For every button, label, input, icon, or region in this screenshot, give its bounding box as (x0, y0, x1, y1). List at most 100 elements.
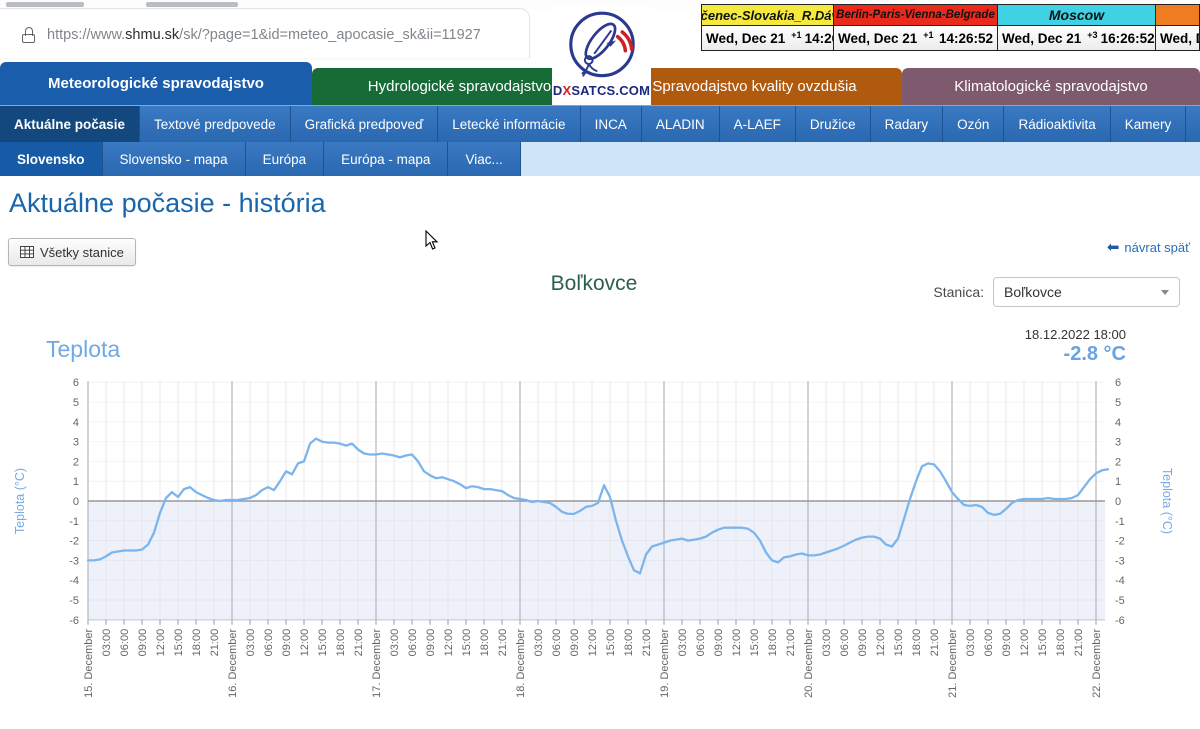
clock-time-value: 16:26:52 (1101, 31, 1155, 46)
svg-text:03:00: 03:00 (677, 629, 689, 657)
table-grid-icon (20, 246, 34, 258)
svg-text:06:00: 06:00 (839, 629, 851, 657)
reading-datetime: 18.12.2022 18:00 (1025, 327, 1126, 342)
svg-text:15:00: 15:00 (749, 629, 761, 657)
region-tab-3[interactable]: Európa (246, 142, 325, 176)
svg-text:21:00: 21:00 (929, 629, 941, 657)
x-axis-labels: 15. December03:0006:0009:0012:0015:0018:… (83, 628, 1103, 697)
sub-navigation: Aktuálne počasieTextové predpovedeGrafic… (0, 105, 1200, 142)
all-stations-button[interactable]: Všetky stanice (8, 238, 136, 266)
svg-text:18:00: 18:00 (191, 629, 203, 657)
svg-text:4: 4 (73, 417, 79, 429)
clock-city-label: Moscow (998, 5, 1155, 26)
main-tab-1[interactable]: Meteorologické spravodajstvo (0, 62, 312, 105)
page: { "browser": { "url_prefix": "https://ww… (0, 0, 1200, 724)
sub-tab-3[interactable]: Grafická predpoveď (291, 106, 439, 142)
svg-text:09:00: 09:00 (713, 629, 725, 657)
sub-tab-2[interactable]: Textové predpovede (140, 106, 291, 142)
svg-text:0: 0 (1115, 496, 1121, 508)
clock-time: Wed, Dec 21+114:26:52 (702, 26, 833, 50)
clock-city-label: Lučenec-Slovakia_R.Dávid (702, 5, 833, 26)
svg-text:-6: -6 (1115, 615, 1125, 627)
svg-text:12:00: 12:00 (731, 629, 743, 657)
svg-text:12:00: 12:00 (1019, 629, 1031, 657)
dxsatcs-logo: DXSATCS.COM (552, 6, 651, 105)
svg-text:22. December: 22. December (1091, 628, 1103, 697)
svg-text:09:00: 09:00 (425, 629, 437, 657)
sub-tab-5[interactable]: INCA (581, 106, 642, 142)
url-text[interactable]: https://www.shmu.sk/sk/?page=1&id=meteo_… (47, 27, 481, 43)
sub-tab-1[interactable]: Aktuálne počasie (0, 106, 140, 142)
svg-text:03:00: 03:00 (965, 629, 977, 657)
sub-tab-11[interactable]: Rádioaktivita (1004, 106, 1110, 142)
region-tab-5[interactable]: Viac... (448, 142, 520, 176)
clock-time-value: 14:26:52 (939, 31, 993, 46)
svg-text:21:00: 21:00 (641, 629, 653, 657)
clock-date: Wed, D (1160, 31, 1200, 46)
svg-text:06:00: 06:00 (695, 629, 707, 657)
tab-text-fragment (6, 2, 84, 7)
svg-text:03:00: 03:00 (101, 629, 113, 657)
lock-icon[interactable] (22, 27, 35, 43)
sub-tab-13[interactable]: Fotky (1186, 106, 1200, 142)
clock-time: Wed, Dec 21+316:26:52 (998, 26, 1155, 50)
svg-text:19. December: 19. December (659, 628, 671, 697)
current-reading: 18.12.2022 18:00 -2.8 °C (1025, 327, 1126, 366)
station-select[interactable]: Boľkovce (993, 277, 1180, 307)
clock-utc-offset: +1 (923, 30, 933, 40)
world-clock-panel: Lučenec-Slovakia_R.DávidWed, Dec 21+114:… (701, 4, 1200, 51)
svg-text:06:00: 06:00 (551, 629, 563, 657)
sub-tab-8[interactable]: Družice (796, 106, 871, 142)
svg-text:15:00: 15:00 (605, 629, 617, 657)
back-link[interactable]: ⬅ návrat späť (1107, 240, 1190, 255)
svg-text:-2: -2 (1115, 536, 1125, 548)
clock-city-label: Berlin-Paris-Vienna-Belgrade (834, 5, 997, 26)
svg-text:2: 2 (73, 456, 79, 468)
region-tab-4[interactable]: Európa - mapa (324, 142, 448, 176)
svg-text:03:00: 03:00 (245, 629, 257, 657)
y-axis-title-right: Teplota (°C) (1160, 468, 1174, 534)
sub-tab-9[interactable]: Radary (871, 106, 944, 142)
sub-tab-6[interactable]: ALADIN (642, 106, 720, 142)
svg-text:12:00: 12:00 (875, 629, 887, 657)
clock-cell: MoscowWed, Dec 21+316:26:52 (998, 5, 1156, 50)
clock-date: Wed, Dec 21 (1002, 31, 1081, 46)
sub-tab-10[interactable]: Ozón (943, 106, 1004, 142)
sub-tab-4[interactable]: Letecké informácie (438, 106, 580, 142)
svg-text:03:00: 03:00 (389, 629, 401, 657)
svg-text:15:00: 15:00 (173, 629, 185, 657)
svg-text:3: 3 (1115, 437, 1121, 449)
sub-tab-7[interactable]: A-LAEF (720, 106, 796, 142)
svg-text:15:00: 15:00 (1037, 629, 1049, 657)
region-tab-2[interactable]: Slovensko - mapa (103, 142, 246, 176)
left-arrow-icon: ⬅ (1107, 240, 1120, 255)
chart-canvas: -6-6-5-5-4-4-3-3-2-2-1-10011223344556615… (0, 376, 1200, 724)
main-tab-3[interactable]: Spravodajstvo kvality ovzdušia (607, 68, 902, 105)
station-label: Stanica: (933, 284, 984, 300)
svg-text:-3: -3 (69, 555, 79, 567)
svg-text:18:00: 18:00 (911, 629, 923, 657)
svg-text:06:00: 06:00 (983, 629, 995, 657)
station-selector-row: Stanica: Boľkovce (933, 277, 1180, 307)
svg-text:18:00: 18:00 (1055, 629, 1067, 657)
svg-text:21:00: 21:00 (353, 629, 365, 657)
svg-text:1: 1 (73, 476, 79, 488)
all-stations-label: Všetky stanice (40, 245, 124, 260)
svg-text:6: 6 (73, 377, 79, 389)
svg-text:20. December: 20. December (803, 628, 815, 697)
sub-tab-12[interactable]: Kamery (1111, 106, 1187, 142)
svg-text:21:00: 21:00 (209, 629, 221, 657)
clock-cell: Lučenec-Slovakia_R.DávidWed, Dec 21+114:… (702, 5, 834, 50)
back-link-label: návrat späť (1124, 240, 1190, 255)
svg-text:6: 6 (1115, 377, 1121, 389)
main-tab-4[interactable]: Klimatologické spravodajstvo (902, 68, 1200, 105)
svg-text:-6: -6 (69, 615, 79, 627)
svg-text:3: 3 (73, 437, 79, 449)
svg-text:-4: -4 (1115, 575, 1125, 587)
region-tab-1[interactable]: Slovensko (0, 142, 103, 176)
temperature-chart: -6-6-5-5-4-4-3-3-2-2-1-10011223344556615… (0, 376, 1200, 724)
clock-utc-offset: +1 (791, 30, 801, 40)
tab-text-fragment (146, 2, 238, 7)
svg-text:2: 2 (1115, 456, 1121, 468)
svg-text:-5: -5 (1115, 595, 1125, 607)
